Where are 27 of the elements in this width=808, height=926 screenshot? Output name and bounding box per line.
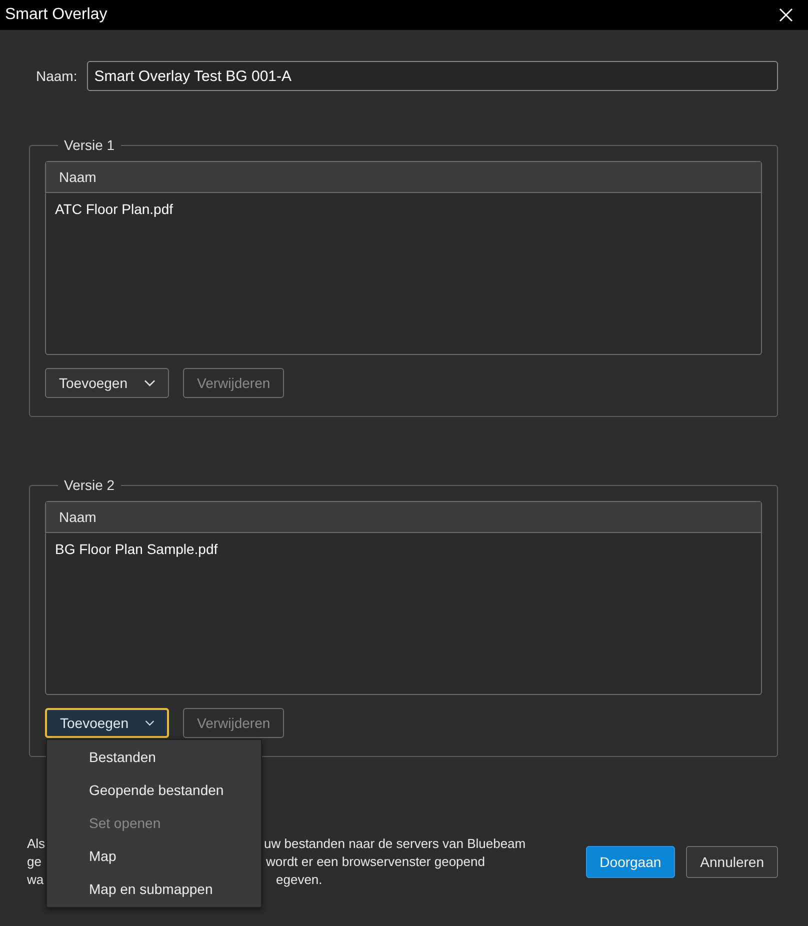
- menu-item[interactable]: Map: [47, 840, 261, 873]
- column-header[interactable]: Naam: [46, 502, 761, 533]
- chevron-down-icon: [144, 719, 154, 727]
- group-title: Versie 2: [63, 477, 116, 493]
- continue-button[interactable]: Doorgaan: [586, 846, 676, 878]
- window-title: Smart Overlay: [5, 6, 108, 24]
- file-item[interactable]: ATC Floor Plan.pdf: [46, 200, 761, 218]
- notice-text: egeven.: [276, 871, 322, 889]
- notice-text: uw bestanden naar de servers van Bluebeam: [264, 835, 526, 853]
- menu-item[interactable]: Geopende bestanden: [47, 774, 261, 807]
- file-item[interactable]: BG Floor Plan Sample.pdf: [46, 540, 761, 558]
- field-label: Naam:: [36, 68, 78, 84]
- notice-text: Als: [27, 835, 46, 853]
- notice-text: ge: [27, 853, 42, 871]
- chevron-down-icon: [144, 379, 155, 387]
- close-icon: [778, 7, 794, 23]
- cancel-button[interactable]: Annuleren: [686, 846, 778, 878]
- name-field[interactable]: Smart Overlay Test BG 001-A: [87, 61, 778, 91]
- menu-item[interactable]: Bestanden: [47, 741, 261, 774]
- close-button[interactable]: [778, 7, 794, 23]
- column-header[interactable]: Naam: [46, 162, 761, 193]
- add-dropdown-button[interactable]: Toevoegen: [45, 708, 169, 738]
- notice-text: wa: [27, 871, 44, 889]
- notice-text: wordt er een browservenster geopend: [266, 853, 485, 871]
- add-dropdown-button[interactable]: Toevoegen: [45, 368, 169, 398]
- menu-item[interactable]: Map en submappen: [47, 873, 261, 906]
- group-title: Versie 1: [63, 137, 116, 153]
